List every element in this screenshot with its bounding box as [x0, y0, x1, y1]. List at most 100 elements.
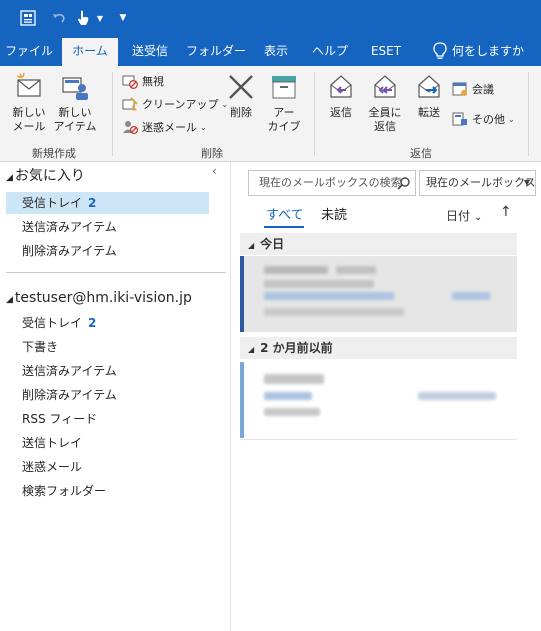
junk-button[interactable]: 迷惑メール ⌄ [122, 118, 207, 136]
search-icon[interactable] [397, 175, 411, 199]
preview-text [264, 280, 374, 288]
sender-text [264, 374, 324, 384]
delete-button[interactable]: 削除 [222, 72, 260, 120]
reply-label: 返信 [330, 106, 352, 119]
mail-item[interactable] [240, 256, 517, 332]
chevron-down-icon: ⌄ [474, 212, 483, 223]
account-header[interactable]: ◢ testuser@hm.iki-vision.jp [6, 290, 192, 306]
sort-order-arrow-icon[interactable]: ↑ [500, 204, 512, 220]
account-label: testuser@hm.iki-vision.jp [14, 290, 192, 306]
meeting-label: 会議 [472, 83, 494, 96]
folder-rss[interactable]: RSS フィード [22, 408, 97, 430]
folder-inbox[interactable]: 受信トレイ 2 [22, 312, 96, 334]
forward-label: 転送 [418, 106, 440, 119]
archive-button[interactable]: アー カイブ [264, 72, 304, 134]
more-respond-icon [452, 112, 467, 126]
reply-all-icon [374, 75, 396, 98]
folder-label: 送信トレイ [22, 436, 83, 450]
tab-eset[interactable]: ESET [362, 36, 410, 66]
favorite-folder-sent[interactable]: 送信済みアイテム [22, 216, 117, 238]
favorites-label: お気に入り [14, 168, 85, 184]
meeting-button[interactable]: 会議 [452, 80, 494, 98]
undo-icon[interactable] [50, 9, 68, 27]
ignore-label: 無視 [142, 75, 164, 88]
forward-button[interactable]: 転送 [410, 72, 448, 120]
filter-all-tab[interactable]: すべて [266, 204, 304, 223]
reply-icon [330, 75, 352, 98]
folder-label: 送信済みアイテム [22, 364, 117, 378]
folder-label: 削除済みアイテム [22, 388, 117, 402]
tab-file[interactable]: ファイル [4, 36, 54, 66]
favorite-folder-inbox[interactable]: 受信トレイ 2 [6, 192, 209, 214]
customize-qat-icon[interactable]: ▼ [118, 9, 128, 27]
ribbon: 新しい メール 新しい アイテム 新規作成 無視 クリーンアップ ⌄ 迷惑メール ⌄… [0, 66, 541, 162]
message-list-pane: 現在のメールボックスの検索 現在のメールボックス ▼ すべて 未読 日付 ⌄ ↑ … [232, 162, 541, 631]
favorite-folder-deleted[interactable]: 削除済みアイテム [22, 240, 117, 262]
new-items-button[interactable]: 新しい アイテム [52, 72, 98, 134]
group-label: 今日 [260, 237, 285, 251]
more-respond-label: その他 [472, 113, 505, 126]
group-label: 2 か月前以前 [260, 341, 333, 355]
group-header-older[interactable]: ◢ 2 か月前以前 [240, 337, 517, 359]
group-divider [528, 72, 529, 156]
tell-me-search[interactable]: 何をしますか [452, 36, 538, 66]
reply-all-button[interactable]: 全員に 返信 [362, 72, 408, 134]
folder-junk[interactable]: 迷惑メール [22, 456, 82, 478]
reply-button[interactable]: 返信 [322, 72, 360, 120]
search-input[interactable]: 現在のメールボックスの検索 [248, 170, 416, 196]
folder-label: 受信トレイ [22, 316, 83, 330]
tab-send-receive[interactable]: 送受信 [126, 36, 174, 66]
collapse-triangle-icon: ◢ [6, 173, 13, 183]
sender-text [264, 266, 328, 274]
folder-label: 削除済みアイテム [22, 244, 117, 258]
search-scope-label: 現在のメールボックス [426, 176, 536, 189]
ignore-icon [122, 75, 138, 89]
ribbon-tabs: ファイル ホーム 送受信 フォルダー 表示 ヘルプ ESET 何をしますか [0, 36, 541, 66]
active-tab-underline [264, 226, 304, 228]
folder-sent[interactable]: 送信済みアイテム [22, 360, 117, 382]
collapse-pane-icon[interactable]: ‹ [212, 164, 217, 178]
more-dropdown-icon: ⌄ [508, 114, 515, 124]
folder-label: 検索フォルダー [22, 484, 107, 498]
subject-text [264, 392, 312, 400]
meeting-icon [452, 82, 467, 96]
sort-label: 日付 [446, 209, 471, 223]
tab-help[interactable]: ヘルプ [308, 36, 352, 66]
tab-view[interactable]: 表示 [256, 36, 296, 66]
send-receive-icon[interactable] [18, 9, 38, 27]
folder-pane: ◢ お気に入り ‹ 受信トレイ 2 送信済みアイテム 削除済みアイテム ◢ testu… [0, 162, 231, 631]
search-placeholder: 現在のメールボックスの検索 [259, 176, 402, 189]
new-mail-icon [16, 72, 41, 97]
pane-divider [6, 272, 226, 273]
more-respond-button[interactable]: その他 ⌄ [452, 110, 515, 128]
new-group-label: 新規作成 [32, 147, 76, 160]
tab-folder[interactable]: フォルダー [186, 36, 246, 66]
folder-label: 下書き [22, 340, 59, 354]
mail-item[interactable] [240, 362, 517, 440]
lightbulb-icon[interactable] [428, 36, 452, 66]
favorites-header[interactable]: ◢ お気に入り [6, 165, 85, 185]
cleanup-icon [122, 97, 138, 111]
tab-home[interactable]: ホーム [62, 38, 118, 66]
group-header-today[interactable]: ◢ 今日 [240, 233, 517, 255]
cleanup-button[interactable]: クリーンアップ ⌄ [122, 95, 228, 113]
touch-mode-icon[interactable] [74, 9, 92, 27]
folder-deleted[interactable]: 削除済みアイテム [22, 384, 117, 406]
ignore-button[interactable]: 無視 [122, 72, 164, 90]
junk-label: 迷惑メール [142, 121, 197, 134]
group-divider [112, 72, 113, 156]
forward-icon [418, 75, 440, 98]
reply-all-label: 全員に 返信 [368, 106, 402, 133]
group-divider [314, 72, 315, 156]
search-scope-dropdown[interactable]: 現在のメールボックス ▼ [419, 170, 536, 196]
folder-search[interactable]: 検索フォルダー [22, 480, 106, 502]
sort-by-dropdown[interactable]: 日付 ⌄ [446, 207, 482, 224]
filter-unread-tab[interactable]: 未読 [321, 204, 347, 223]
new-mail-button[interactable]: 新しい メール [6, 72, 52, 134]
touch-mode-dropdown-icon[interactable]: ▼ [95, 9, 105, 27]
folder-outbox[interactable]: 送信トレイ [22, 432, 82, 454]
folder-drafts[interactable]: 下書き [22, 336, 58, 358]
delete-label: 削除 [230, 106, 252, 119]
subject-text [264, 292, 394, 300]
sender-text [336, 266, 376, 274]
